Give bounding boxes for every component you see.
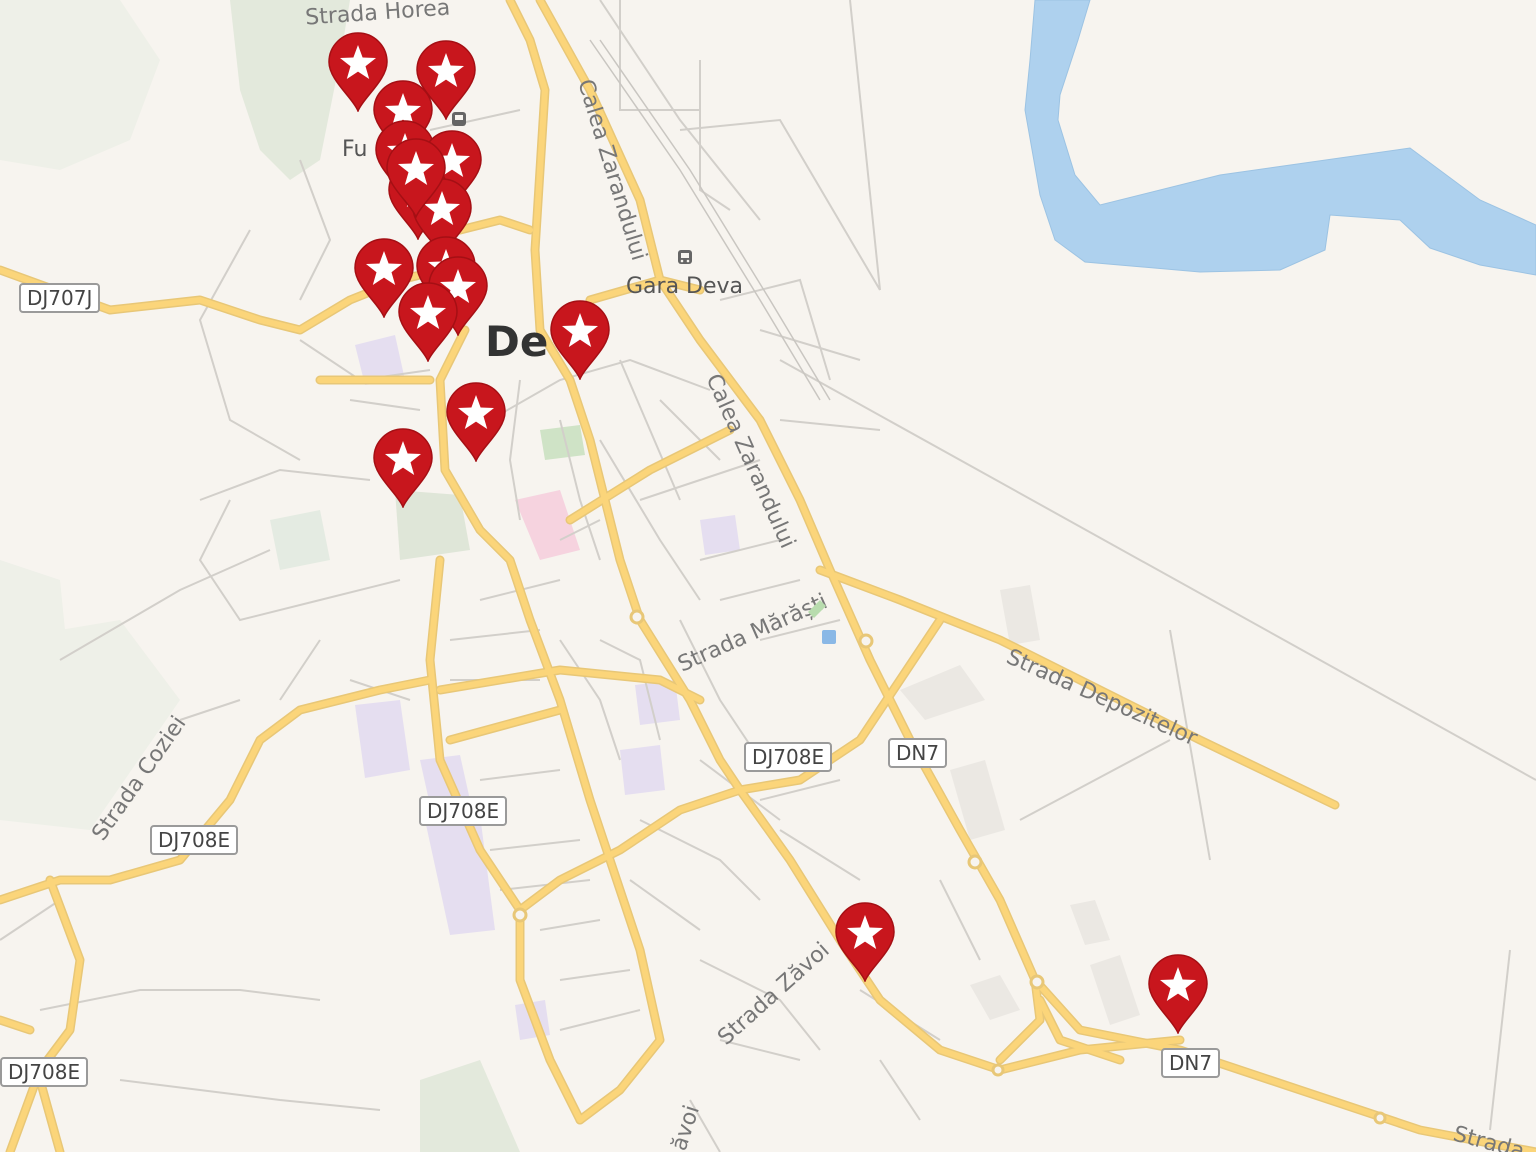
map-marker[interactable] bbox=[397, 282, 459, 362]
star-pin-icon bbox=[398, 282, 458, 362]
road-shield-dj708e: DJ708E bbox=[419, 796, 508, 826]
map-base: Strada Horea Calea Zarandului Calea Zara… bbox=[0, 0, 1536, 1152]
water-icon bbox=[822, 630, 836, 644]
map-marker[interactable] bbox=[549, 300, 611, 380]
map-marker[interactable] bbox=[385, 138, 447, 218]
road-shield-dj708e: DJ708E bbox=[0, 1057, 89, 1087]
street-label-strada-zavoi: Strada Zăvoi bbox=[713, 938, 834, 1051]
star-pin-icon bbox=[446, 382, 506, 462]
street-label-strada-zavoi-partial: ăvoi bbox=[667, 1102, 705, 1152]
street-label-strada-marasti: Strada Mărăști bbox=[674, 589, 831, 677]
street-label-strada-partial: Strada bbox=[1450, 1122, 1527, 1152]
star-pin-icon bbox=[835, 902, 895, 982]
train-icon bbox=[678, 250, 692, 264]
road-shield-dj708e: DJ708E bbox=[150, 825, 239, 855]
star-pin-icon bbox=[386, 138, 446, 218]
road-shield-dn7: DN7 bbox=[888, 738, 948, 768]
star-pin-icon bbox=[1148, 954, 1208, 1034]
map-marker[interactable] bbox=[372, 428, 434, 508]
city-label: De bbox=[485, 317, 548, 366]
map-marker[interactable] bbox=[445, 382, 507, 462]
street-label-strada-depozitelor: Strada Depozitelor bbox=[1003, 645, 1202, 752]
road-shield-dj708e: DJ708E bbox=[744, 742, 833, 772]
map-marker[interactable] bbox=[1147, 954, 1209, 1034]
poi-label-partial: Fu bbox=[342, 137, 367, 162]
map-view[interactable]: Strada Horea Calea Zarandului Calea Zara… bbox=[0, 0, 1536, 1152]
road-shield-dn7: DN7 bbox=[1161, 1048, 1221, 1078]
star-pin-icon bbox=[550, 300, 610, 380]
road-shield-dj707j: DJ707J bbox=[19, 283, 101, 313]
station-label: Gara Deva bbox=[626, 274, 743, 299]
street-label-calea-zarandului: Calea Zarandului bbox=[572, 76, 651, 263]
street-label-strada-horea: Strada Horea bbox=[304, 0, 451, 31]
star-pin-icon bbox=[373, 428, 433, 508]
map-marker[interactable] bbox=[834, 902, 896, 982]
